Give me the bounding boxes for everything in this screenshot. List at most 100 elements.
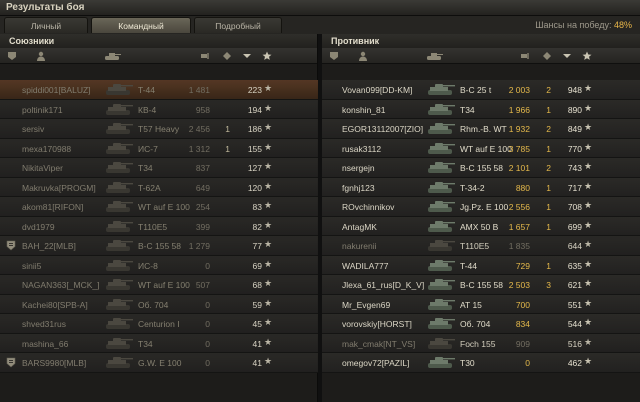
tank-icon xyxy=(426,199,456,214)
xp-value: 635 xyxy=(567,260,582,271)
tank-column-icon[interactable] xyxy=(104,51,124,61)
player-name: sersiv xyxy=(22,124,45,134)
xp-value: 69 xyxy=(252,260,262,271)
sort-chevron-icon[interactable] xyxy=(242,51,254,61)
xp-value: 717 xyxy=(567,182,582,193)
player-name: mexa170988 xyxy=(22,143,72,154)
damage-value: 2 556 xyxy=(508,202,530,212)
table-row[interactable]: Kachei80[SPB-A] Об. 704 0 59 ★ xyxy=(0,294,318,314)
tank-column-icon[interactable] xyxy=(426,51,446,61)
player-name: Vovan099[DD-KM] xyxy=(342,85,413,95)
tank-name: AMX 50 B xyxy=(460,221,499,232)
xp-value: 194 xyxy=(247,104,262,115)
star-icon: ★ xyxy=(264,297,273,308)
table-row[interactable]: nakurenii T110E5 1 835 644 ★ xyxy=(322,236,640,256)
table-row[interactable]: Mr_Evgen69 AT 15 700 551 ★ xyxy=(322,294,640,314)
platoon-icon xyxy=(6,240,16,251)
damage-value: 1 481 xyxy=(188,85,210,95)
table-row[interactable]: WADILA777 T-44 729 1 635 ★ xyxy=(322,255,640,275)
table-row[interactable]: shved31rus Centurion I 0 45 ★ xyxy=(0,314,318,334)
player-name: AntagMK xyxy=(342,221,377,232)
tank-icon xyxy=(426,258,456,273)
kills-value: 1 xyxy=(225,143,230,154)
table-row[interactable]: spiddi001[BALUZ] T-44 1 481 223 ★ xyxy=(0,80,318,100)
table-row[interactable]: mak_cmak[NT_VS] Foch 155 909 516 ★ xyxy=(322,333,640,353)
star-icon: ★ xyxy=(264,317,273,327)
damage-value: 1 835 xyxy=(508,241,530,251)
tank-name: B-C 155 58 xyxy=(460,280,503,290)
damage-value: 837 xyxy=(195,163,210,173)
table-row[interactable]: BAH_22[MLB] B-C 155 58 1 279 77 ★ xyxy=(0,236,318,256)
allies-column-header xyxy=(0,48,317,64)
star-icon: ★ xyxy=(264,200,273,210)
player-name: sinii5 xyxy=(22,260,42,271)
table-row[interactable]: omegov72[PAZIL] T30 0 462 ★ xyxy=(322,353,640,373)
tank-icon xyxy=(104,180,134,195)
star-icon: ★ xyxy=(584,278,593,288)
tank-icon xyxy=(426,297,456,312)
player-name: shved31rus xyxy=(22,319,66,329)
damage-value: 2 101 xyxy=(508,163,530,173)
tank-name: Jg.Pz. E 100 xyxy=(460,202,509,212)
table-row[interactable]: Makruvka[PROGM] T-62A 649 120 ★ xyxy=(0,177,318,197)
kills-column-icon[interactable] xyxy=(222,51,234,61)
table-row[interactable]: akom81[RIFON] WT auf E 100 254 83 ★ xyxy=(0,197,318,217)
tank-icon xyxy=(426,238,456,253)
damage-column-icon[interactable] xyxy=(520,51,532,61)
tank-name: B-C 25 t xyxy=(460,85,492,95)
table-row[interactable]: mexa170988 ИС-7 1 312 1 155 ★ xyxy=(0,138,318,158)
table-row[interactable]: konshin_81 T34 1 966 1 890 ★ xyxy=(322,99,640,119)
player-column-icon[interactable] xyxy=(358,51,370,61)
tank-name: Foch 155 xyxy=(460,338,496,349)
player-name: spiddi001[BALUZ] xyxy=(22,85,91,95)
damage-column-icon[interactable] xyxy=(200,51,212,61)
tab-detailed-report[interactable]: Подробный отчёт xyxy=(194,17,282,47)
tab-team-result[interactable]: Командный результат xyxy=(91,17,191,47)
table-row[interactable]: sersiv T57 Heavy 2 456 1 186 ★ xyxy=(0,119,318,139)
table-row[interactable]: ROvchinnikov Jg.Pz. E 100 2 556 1 708 ★ xyxy=(322,197,640,217)
table-row[interactable]: nsergejn B-C 155 58 2 101 2 743 ★ xyxy=(322,158,640,178)
player-name: fgnhj123 xyxy=(342,182,375,193)
table-row[interactable]: NikitaViper T34 837 127 ★ xyxy=(0,158,318,178)
table-row[interactable]: poltinik171 КВ-4 958 194 ★ xyxy=(0,99,318,119)
player-name: NAGAN363[_MCK_] xyxy=(22,280,100,290)
enemies-panel: Противник Vovan099[DD-KM] B-C 25 t 2 003 2 9… xyxy=(322,34,640,402)
table-row[interactable]: mashina_66 T34 0 41 ★ xyxy=(0,333,318,353)
xp-column-icon[interactable] xyxy=(262,51,274,61)
table-row[interactable]: Vovan099[DD-KM] B-C 25 t 2 003 2 948 ★ xyxy=(322,80,640,100)
table-row[interactable]: sinii5 ИС-8 0 69 ★ xyxy=(0,255,318,275)
tank-name: T34 xyxy=(138,338,153,349)
player-column-icon[interactable] xyxy=(36,51,48,61)
kills-column-icon[interactable] xyxy=(542,51,554,61)
table-row[interactable]: BARS9980[MLB] G.W. E 100 0 41 ★ xyxy=(0,353,318,373)
player-name: mashina_66 xyxy=(22,338,69,349)
platoon-column-icon[interactable] xyxy=(329,51,341,61)
table-row[interactable]: Jlexa_61_rus[D_K_V] B-C 155 58 2 503 3 621 ★ xyxy=(322,275,640,295)
table-row[interactable]: NAGAN363[_MCK_] WT auf E 100 507 68 ★ xyxy=(0,275,318,295)
damage-value: 1 657 xyxy=(508,221,530,232)
tank-icon xyxy=(104,160,134,175)
xp-column-icon[interactable] xyxy=(582,51,594,61)
table-row[interactable]: fgnhj123 T-34-2 880 1 717 ★ xyxy=(322,177,640,197)
tank-icon xyxy=(426,180,456,195)
xp-value: 948 xyxy=(567,85,582,95)
tank-name: T-44 xyxy=(460,260,478,271)
xp-value: 127 xyxy=(247,163,262,173)
table-row[interactable]: dvd1979 T110E5 399 82 ★ xyxy=(0,216,318,236)
sort-chevron-icon[interactable] xyxy=(562,51,574,61)
xp-value: 45 xyxy=(252,319,262,329)
star-icon: ★ xyxy=(584,161,593,171)
table-row[interactable]: vorovskiy[HORST] Об. 704 834 544 ★ xyxy=(322,314,640,334)
tab-personal-result[interactable]: Личный результат xyxy=(4,17,88,47)
star-icon: ★ xyxy=(584,258,593,269)
xp-value: 516 xyxy=(567,338,582,349)
table-row[interactable]: EGOR13112007[ZIO] Rhm.-B. WT 1 932 2 849 ★ xyxy=(322,119,640,139)
tank-icon xyxy=(426,336,456,351)
platoon-column-icon[interactable] xyxy=(7,51,19,61)
table-row[interactable]: AntagMK AMX 50 B 1 657 1 699 ★ xyxy=(322,216,640,236)
player-name: konshin_81 xyxy=(342,104,386,115)
xp-value: 41 xyxy=(252,358,262,368)
table-row[interactable]: rusak3112 WT auf E 100 3 785 1 770 ★ xyxy=(322,138,640,158)
damage-value: 0 xyxy=(205,260,210,271)
tank-name: G.W. E 100 xyxy=(138,358,182,368)
